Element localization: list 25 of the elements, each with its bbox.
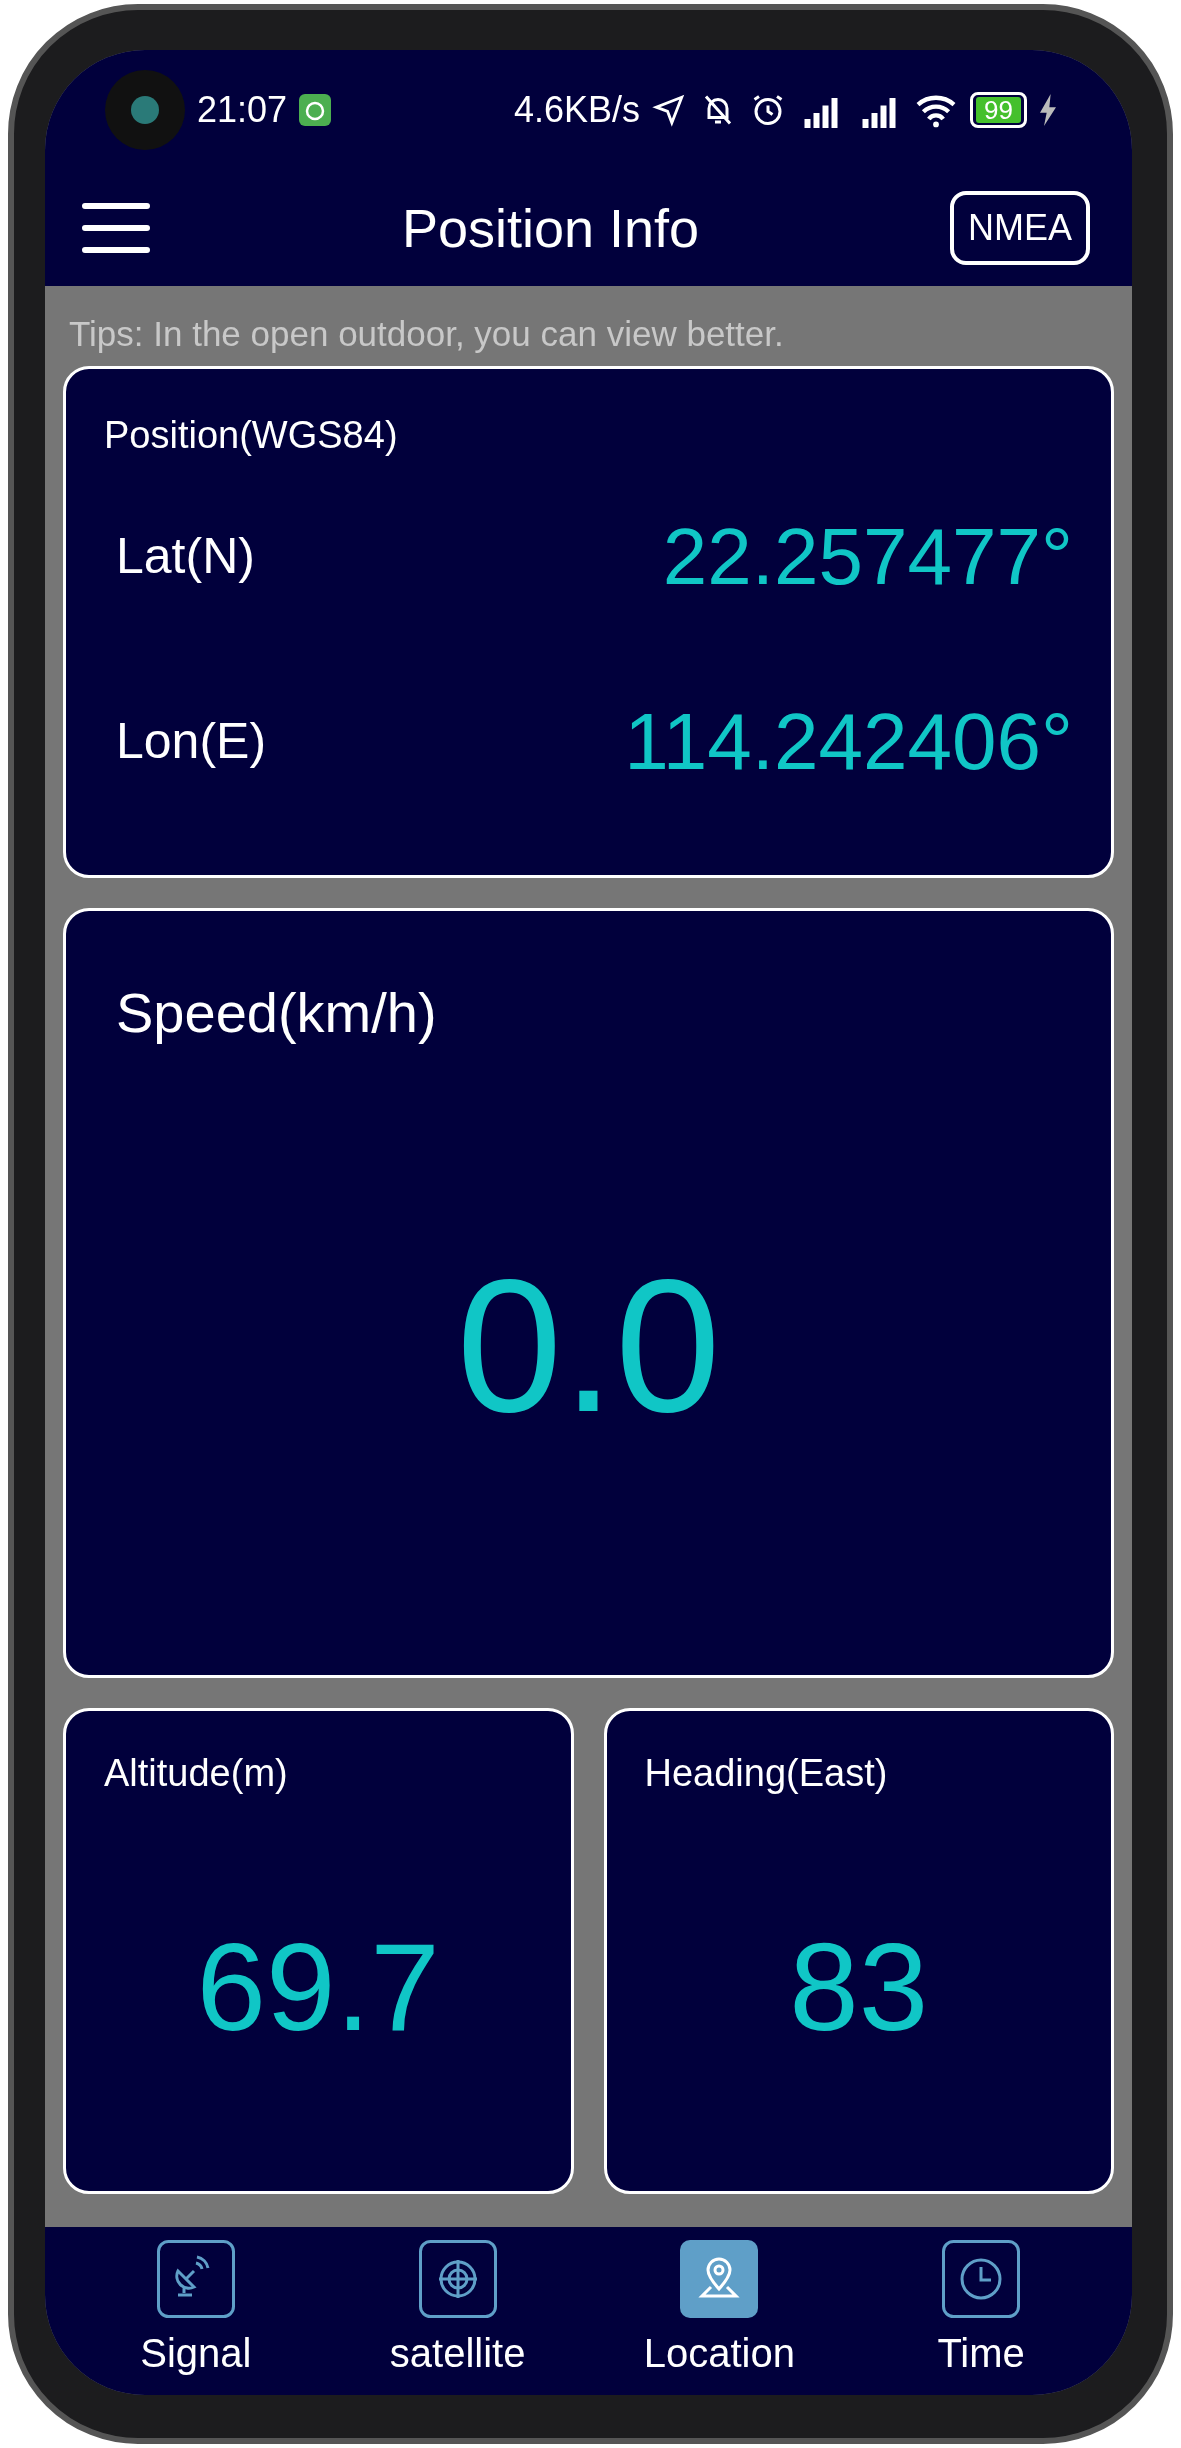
menu-icon[interactable] xyxy=(81,200,151,256)
card-title: Position(WGS84) xyxy=(104,413,398,458)
nmea-button[interactable]: NMEA xyxy=(949,191,1090,265)
card-title: Speed(km/h) xyxy=(116,980,437,1046)
metric-value: 83 xyxy=(789,1924,929,2049)
speed-value: 0.0 xyxy=(456,1250,721,1440)
tips-text: Tips: In the open outdoor, you can view better. xyxy=(68,313,785,355)
clock-time: 21:07 xyxy=(197,88,288,132)
battery-indicator: 99 xyxy=(970,92,1027,128)
card-title: Altitude(m) xyxy=(104,1751,288,1796)
nav-tab[interactable]: Location xyxy=(604,2239,835,2383)
charging-icon xyxy=(1039,94,1057,126)
row-label: Lon(E) xyxy=(116,712,267,771)
nav-tab[interactable]: Time xyxy=(866,2239,1097,2383)
nav-tab[interactable]: satellite xyxy=(342,2239,573,2383)
metric-value: 69.7 xyxy=(196,1924,440,2049)
coordinate-value: 22.257477° xyxy=(662,510,1073,603)
card-title: Heading(East) xyxy=(644,1751,888,1796)
row-label: Lat(N) xyxy=(116,527,255,586)
coordinate-value: 114.242406° xyxy=(624,695,1073,788)
nav-tab[interactable]: Signal xyxy=(80,2239,311,2383)
app-notification-icon xyxy=(299,94,332,126)
page-title: Position Info xyxy=(401,196,700,260)
location-arrow-icon xyxy=(652,93,687,127)
network-speed: 4.6KB/s xyxy=(514,88,641,132)
